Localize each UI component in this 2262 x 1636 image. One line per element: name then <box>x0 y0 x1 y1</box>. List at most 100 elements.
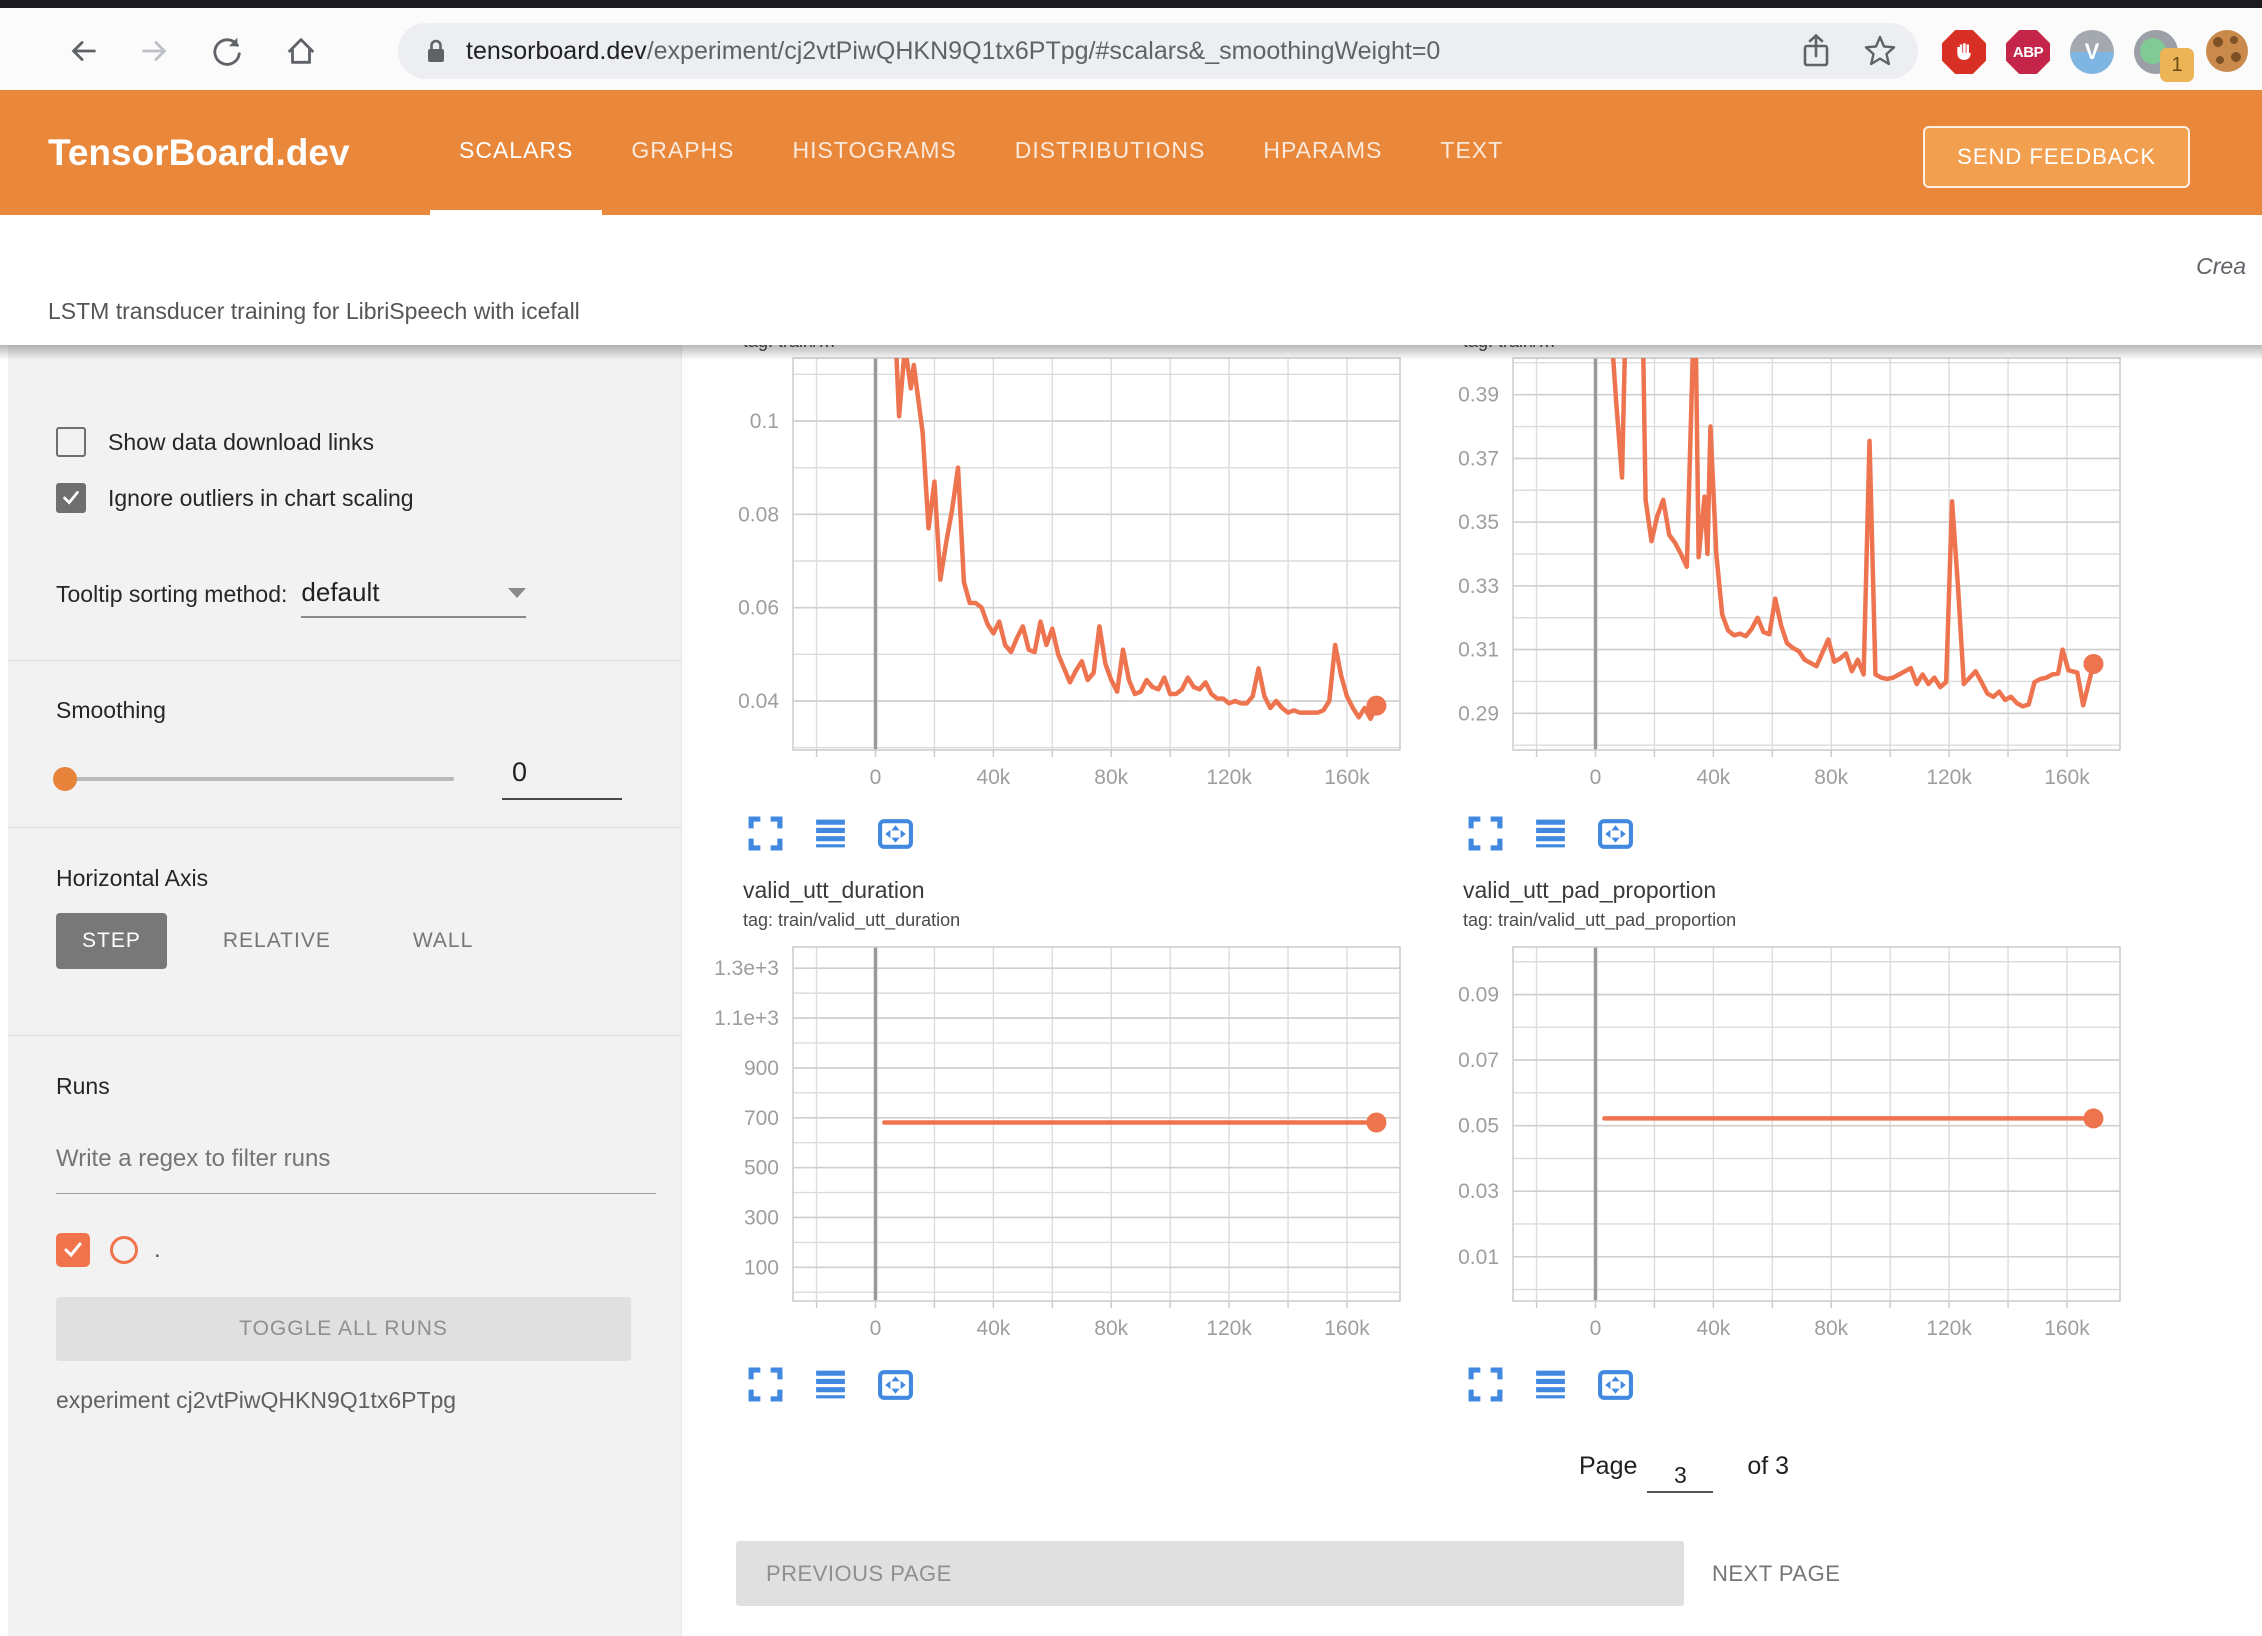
svg-text:40k: 40k <box>1696 766 1730 789</box>
forward-icon[interactable] <box>138 34 172 68</box>
svg-text:160k: 160k <box>2044 766 2090 789</box>
svg-text:80k: 80k <box>1814 766 1848 789</box>
chart-tag: tag: train/valid_utt_pad_proportion <box>1463 910 2133 931</box>
run-color-swatch[interactable] <box>110 1236 138 1264</box>
axis-step-button[interactable]: STEP <box>56 913 167 969</box>
svg-text:0.04: 0.04 <box>738 690 779 713</box>
runs-label: Runs <box>56 1073 110 1100</box>
previous-page-button[interactable]: PREVIOUS PAGE <box>736 1541 1684 1606</box>
fit-domain-icon[interactable] <box>1597 1366 1634 1403</box>
page-number-input[interactable]: 3 <box>1647 1462 1713 1493</box>
chart-card-clipped-2: tag: train/… 040k80k120k160k0.290.310.33… <box>1421 345 2133 852</box>
divider <box>8 1035 681 1036</box>
brand-logo[interactable]: TensorBoard.dev <box>48 90 350 215</box>
horizontal-axis-options: STEP RELATIVE WALL <box>56 913 499 969</box>
smoothing-value-input[interactable]: 0 <box>502 757 622 800</box>
svg-text:0: 0 <box>870 1317 882 1340</box>
share-icon[interactable] <box>1798 32 1834 70</box>
refresh-icon[interactable] <box>210 34 244 68</box>
svg-text:120k: 120k <box>1926 1317 1972 1340</box>
fit-domain-icon[interactable] <box>877 815 914 852</box>
chart-card-valid-utt-pad-proportion: valid_utt_pad_proportion tag: train/vali… <box>1421 877 2133 1403</box>
svg-text:160k: 160k <box>1324 1317 1370 1340</box>
run-name: . <box>154 1236 161 1264</box>
tab-text[interactable]: TEXT <box>1411 90 1532 215</box>
svg-text:900: 900 <box>744 1057 779 1080</box>
axis-wall-button[interactable]: WALL <box>387 913 499 969</box>
tensorboard-header: TensorBoard.dev SCALARS GRAPHS HISTOGRAM… <box>0 90 2262 215</box>
fit-domain-icon[interactable] <box>1597 815 1634 852</box>
svg-text:40k: 40k <box>976 1317 1010 1340</box>
svg-text:80k: 80k <box>1094 1317 1128 1340</box>
show-download-links-row[interactable]: Show data download links <box>56 427 374 457</box>
settings-sidebar: Show data download links Ignore outliers… <box>8 345 681 1636</box>
lock-icon <box>424 38 448 64</box>
adblock-hand-icon[interactable] <box>1942 30 1986 74</box>
tab-distributions[interactable]: DISTRIBUTIONS <box>986 90 1235 215</box>
ignore-outliers-label: Ignore outliers in chart scaling <box>108 485 414 512</box>
ignore-outliers-checkbox[interactable] <box>56 483 86 513</box>
chart-action-bar <box>747 815 1413 852</box>
svg-text:40k: 40k <box>1696 1317 1730 1340</box>
svg-text:0.01: 0.01 <box>1458 1246 1499 1269</box>
expand-icon[interactable] <box>1467 815 1504 852</box>
fit-domain-icon[interactable] <box>877 1366 914 1403</box>
url-text: tensorboard.dev/experiment/cj2vtPiwQHKN9… <box>466 37 1440 66</box>
axis-relative-button[interactable]: RELATIVE <box>197 913 357 969</box>
horizontal-axis-label: Horizontal Axis <box>56 865 208 892</box>
log-scale-lines-icon[interactable] <box>1532 815 1569 852</box>
svg-text:0.33: 0.33 <box>1458 575 1499 598</box>
svg-text:0.1: 0.1 <box>750 410 779 433</box>
created-text-fragment: Crea <box>2196 253 2246 280</box>
chart-action-bar <box>1467 1366 2133 1403</box>
log-scale-lines-icon[interactable] <box>1532 1366 1569 1403</box>
expand-icon[interactable] <box>747 1366 784 1403</box>
runs-filter-input[interactable]: Write a regex to filter runs <box>56 1145 330 1173</box>
line-chart[interactable]: 040k80k120k160k0.040.060.080.1 <box>701 356 1406 794</box>
tooltip-sorting-dropdown[interactable]: default <box>301 577 526 618</box>
expand-icon[interactable] <box>1467 1366 1504 1403</box>
smoothing-label: Smoothing <box>56 697 166 724</box>
smoothing-row: 0 <box>56 757 622 800</box>
svg-text:80k: 80k <box>1094 766 1128 789</box>
home-icon[interactable] <box>284 34 318 68</box>
divider <box>8 827 681 828</box>
url-path: /experiment/cj2vtPiwQHKN9Q1tx6PTpg/#scal… <box>647 37 1441 65</box>
next-page-button[interactable]: NEXT PAGE <box>1712 1541 1840 1606</box>
line-chart[interactable]: 040k80k120k160k0.010.030.050.070.09 <box>1421 945 2126 1345</box>
ignore-outliers-row[interactable]: Ignore outliers in chart scaling <box>56 483 414 513</box>
abp-icon[interactable]: ABP <box>2006 30 2050 74</box>
chart-title: valid_utt_duration <box>743 877 1413 904</box>
svg-text:500: 500 <box>744 1157 779 1180</box>
chart-title: valid_utt_pad_proportion <box>1463 877 2133 904</box>
tab-histograms[interactable]: HISTOGRAMS <box>764 90 986 215</box>
svg-text:160k: 160k <box>1324 766 1370 789</box>
tab-hparams[interactable]: HPARAMS <box>1234 90 1411 215</box>
privacy-circle-icon[interactable]: 1 <box>2134 30 2178 74</box>
extension-badge: 1 <box>2160 48 2194 82</box>
show-download-checkbox[interactable] <box>56 427 86 457</box>
star-icon[interactable] <box>1862 32 1898 70</box>
back-icon[interactable] <box>66 34 100 68</box>
cookie-icon[interactable] <box>2206 30 2250 74</box>
smoothing-slider-thumb[interactable] <box>53 767 77 791</box>
line-chart[interactable]: 040k80k120k160k0.290.310.330.350.370.39 <box>1421 356 2126 794</box>
shield-icon[interactable]: V <box>2070 30 2114 74</box>
log-scale-lines-icon[interactable] <box>812 815 849 852</box>
tab-scalars[interactable]: SCALARS <box>430 90 602 215</box>
divider <box>8 660 681 661</box>
smoothing-slider[interactable] <box>56 777 454 781</box>
tab-graphs[interactable]: GRAPHS <box>602 90 763 215</box>
svg-text:0.09: 0.09 <box>1458 984 1499 1007</box>
svg-text:1.3e+3: 1.3e+3 <box>714 957 779 980</box>
expand-icon[interactable] <box>747 815 784 852</box>
run-checkbox[interactable] <box>56 1233 90 1267</box>
line-chart[interactable]: 040k80k120k160k1003005007009001.1e+31.3e… <box>701 945 1406 1345</box>
log-scale-lines-icon[interactable] <box>812 1366 849 1403</box>
browser-window: tensorboard.dev/experiment/cj2vtPiwQHKN9… <box>0 0 2262 1636</box>
address-bar[interactable]: tensorboard.dev/experiment/cj2vtPiwQHKN9… <box>398 23 1918 79</box>
charts-panel: tag: train/… 040k80k120k160k0.040.060.08… <box>681 345 2262 1636</box>
page-of-label: of 3 <box>1747 1452 1789 1481</box>
toggle-all-runs-button[interactable]: TOGGLE ALL RUNS <box>56 1297 631 1361</box>
send-feedback-button[interactable]: SEND FEEDBACK <box>1923 126 2190 188</box>
